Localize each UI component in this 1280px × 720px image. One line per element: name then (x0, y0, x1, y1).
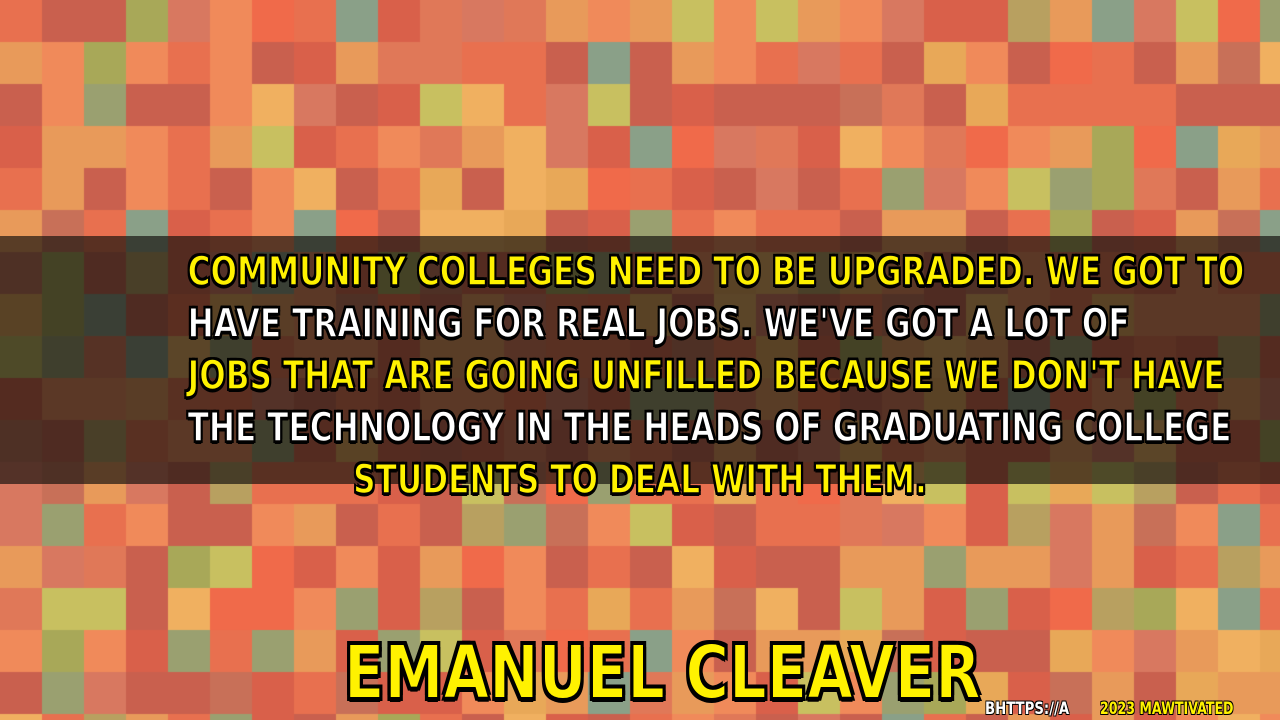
quote-line-1: COMMUNITY COLLEGES NEED TO BE UPGRADED. … (187, 248, 1245, 296)
source-url: BHTTPS://A (985, 699, 1070, 719)
quote-text: COMMUNITY COLLEGES NEED TO BE UPGRADED. … (187, 246, 1245, 504)
quote-line-2: HAVE TRAINING FOR REAL JOBS. WE'VE GOT A… (187, 300, 1130, 348)
copyright-text: 2023 MAWTIVATED (1100, 699, 1234, 719)
author-name: EMANUEL CLEAVER (343, 629, 981, 717)
quote-line-5: STUDENTS TO DEAL WITH THEM. (353, 456, 928, 504)
quote-line-4: THE TECHNOLOGY IN THE HEADS OF GRADUATIN… (187, 404, 1232, 452)
quote-line-3: JOBS THAT ARE GOING UNFILLED BECAUSE WE … (187, 352, 1225, 400)
